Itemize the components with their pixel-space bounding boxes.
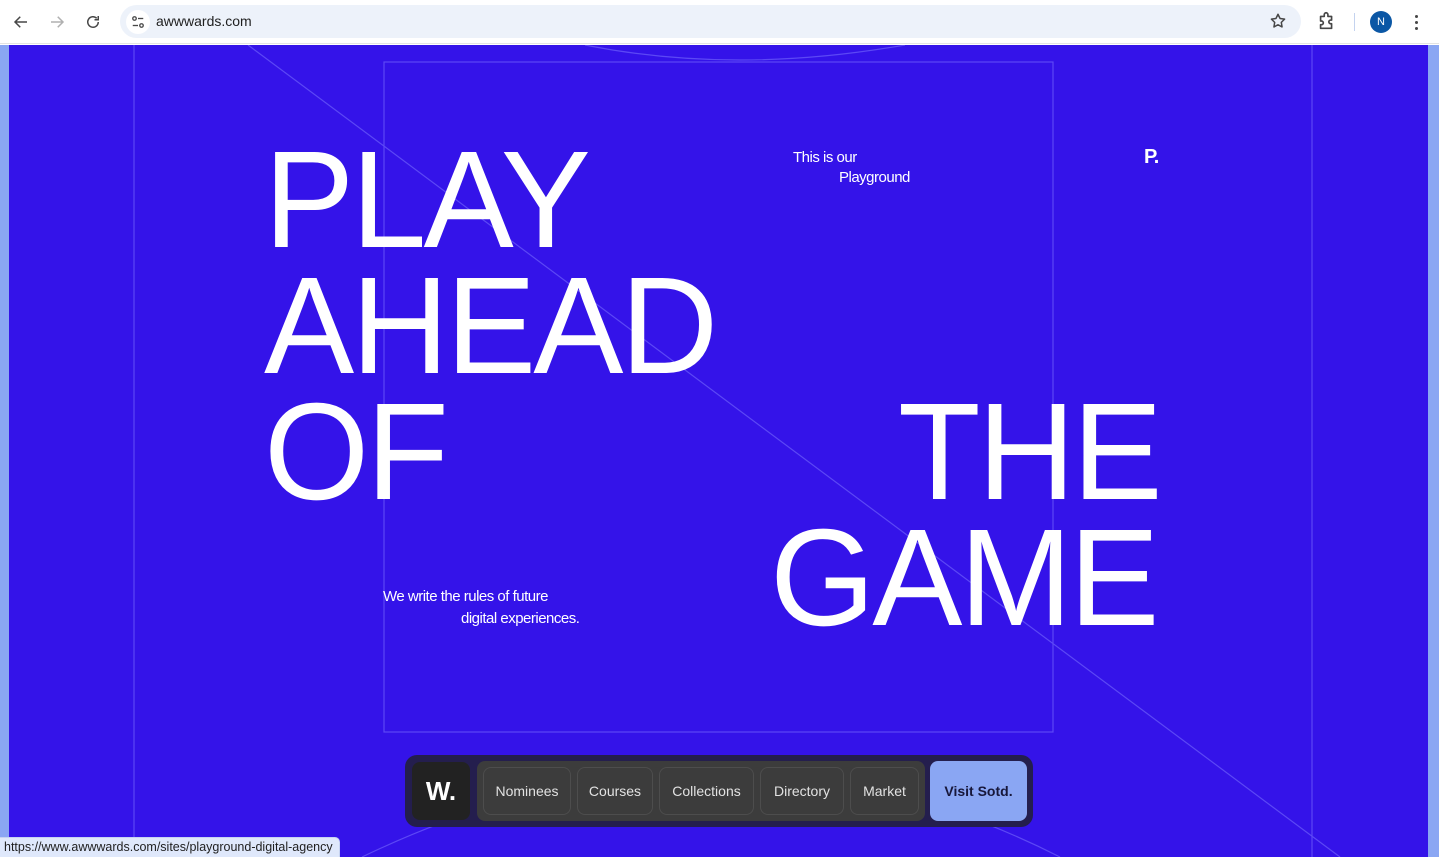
visit-sotd-button[interactable]: Visit Sotd. xyxy=(930,761,1027,821)
scroll-edge-left xyxy=(0,45,9,857)
reload-button[interactable] xyxy=(79,8,107,36)
profile-avatar[interactable]: N xyxy=(1370,11,1392,33)
forward-arrow-icon xyxy=(51,16,65,28)
bookmark-star-icon xyxy=(1270,13,1286,28)
intro-text: This is our Playground xyxy=(793,148,910,188)
headline-word-of: OF xyxy=(264,375,449,529)
nav-item-market[interactable]: Market xyxy=(850,767,919,815)
tagline-line-2: digital experiences. xyxy=(461,610,580,627)
nav-item-nominees[interactable]: Nominees xyxy=(483,767,571,815)
toolbar-divider xyxy=(1354,13,1355,31)
intro-line-2: Playground xyxy=(839,169,910,186)
reload-icon xyxy=(87,16,99,28)
back-arrow-icon xyxy=(13,16,27,28)
bookmark-button[interactable] xyxy=(1269,12,1287,35)
nav-item-courses[interactable]: Courses xyxy=(577,767,653,815)
decorative-grid-lines xyxy=(133,45,1341,857)
browser-toolbar: awwwards.com N xyxy=(0,0,1439,44)
back-button[interactable] xyxy=(7,8,35,36)
extensions-icon xyxy=(1319,11,1333,30)
kebab-menu-icon[interactable] xyxy=(1408,10,1424,34)
tagline-text: We write the rules of future digital exp… xyxy=(383,587,580,629)
intro-line-1: This is our xyxy=(793,149,857,166)
site-settings-icon xyxy=(132,16,144,28)
playground-logo[interactable]: P. xyxy=(1144,146,1159,169)
extensions-button[interactable] xyxy=(1316,10,1338,37)
nav-item-directory[interactable]: Directory xyxy=(760,767,844,815)
nav-item-collections[interactable]: Collections xyxy=(659,767,754,815)
site-settings-button[interactable] xyxy=(126,10,150,34)
tagline-line-1: We write the rules of future xyxy=(383,588,548,605)
nav-links-group: Nominees Courses Collections Directory M… xyxy=(477,761,925,821)
awwwards-bottom-nav: W. Nominees Courses Collections Director… xyxy=(405,755,1033,827)
hero-section: PLAY AHEAD OF THE GAME This is our Playg… xyxy=(0,45,1439,857)
headline-word-game: GAME xyxy=(770,501,1159,655)
address-bar[interactable]: awwwards.com xyxy=(120,5,1301,38)
forward-button[interactable] xyxy=(43,8,71,36)
top-arc xyxy=(584,45,906,61)
scroll-edge-right xyxy=(1428,45,1439,857)
url-text[interactable]: awwwards.com xyxy=(156,13,252,29)
awwwards-logo[interactable]: W. xyxy=(412,762,470,820)
link-status-bar: https://www.awwwards.com/sites/playgroun… xyxy=(0,837,340,857)
